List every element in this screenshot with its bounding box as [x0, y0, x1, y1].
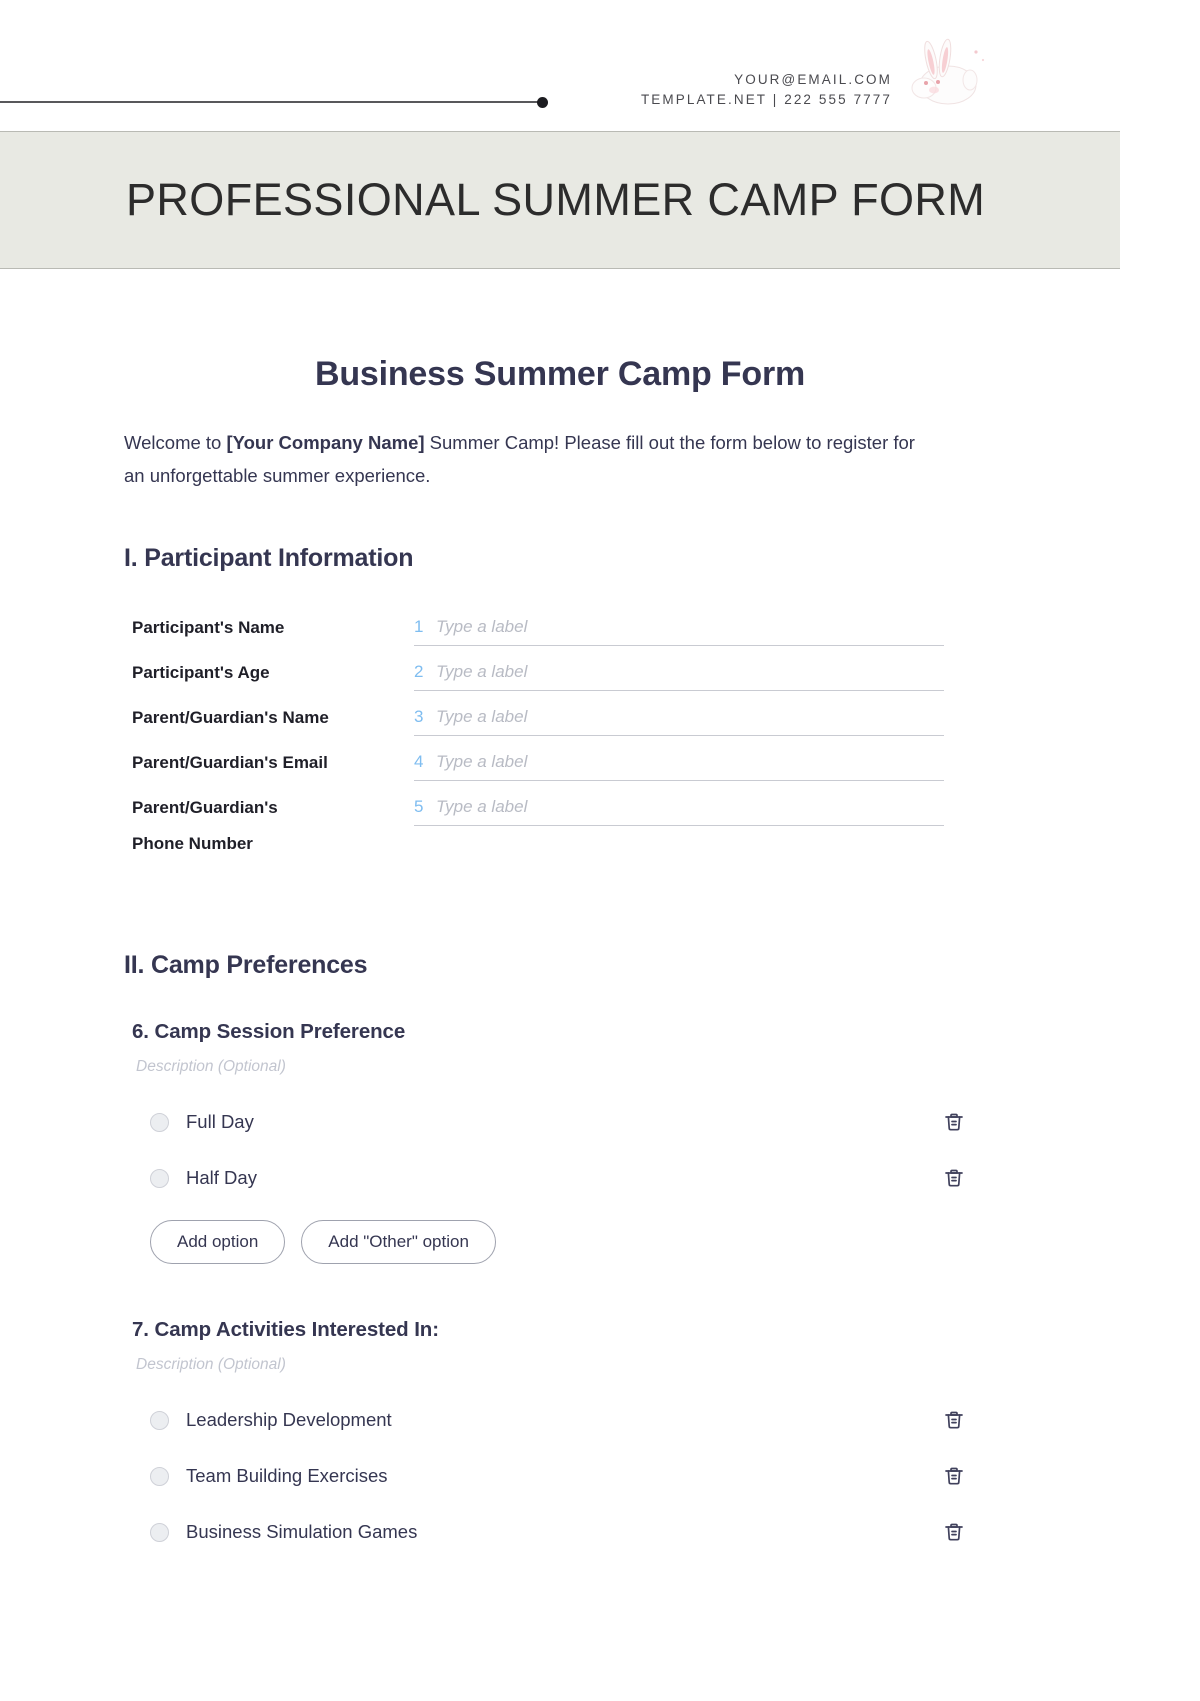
- letterhead: YOUR@EMAIL.COM TEMPLATE.NET | 222 555 77…: [0, 0, 1120, 131]
- field-label: Participant's Name: [132, 610, 414, 646]
- option-label: Team Building Exercises: [186, 1465, 388, 1486]
- field-placeholder: Type a label: [436, 752, 528, 771]
- banner-title: PROFESSIONAL SUMMER CAMP FORM: [126, 174, 986, 225]
- field-row-parent-guardians-phone-number: Parent/Guardian's Phone Number 5 Type a …: [132, 790, 996, 862]
- field-row-parent-guardians-email: Parent/Guardian's Email 4 Type a label: [132, 745, 996, 781]
- header-rule: [0, 96, 548, 108]
- banner: PROFESSIONAL SUMMER CAMP FORM: [0, 131, 1120, 269]
- contact-info: YOUR@EMAIL.COM TEMPLATE.NET | 222 555 77…: [641, 70, 892, 110]
- option-label: Half Day: [186, 1167, 257, 1188]
- question-title: 7. Camp Activities Interested In:: [132, 1318, 439, 1341]
- option-list: Full Day Half Day: [132, 1094, 996, 1206]
- field-number: 5: [414, 797, 424, 816]
- trash-icon[interactable]: [941, 1165, 967, 1191]
- field-placeholder: Type a label: [436, 662, 528, 681]
- field-label-text: Parent/Guardian's Name: [132, 708, 329, 727]
- document-body: Business Summer Camp Form Welcome to [Yo…: [0, 355, 1120, 1560]
- radio-icon[interactable]: [150, 1168, 169, 1188]
- radio-icon[interactable]: [150, 1466, 169, 1486]
- field-label-text: Participant's Age: [132, 663, 270, 682]
- option-label: Business Simulation Games: [186, 1521, 418, 1542]
- document-page: YOUR@EMAIL.COM TEMPLATE.NET | 222 555 77…: [0, 0, 1120, 1560]
- intro-paragraph: Welcome to [Your Company Name] Summer Ca…: [124, 426, 939, 492]
- field-label: Parent/Guardian's Phone Number: [132, 790, 414, 862]
- option-list: Leadership Development Team Building Exe…: [132, 1392, 996, 1560]
- question-block-camp-session-preference: 6. Camp Session Preference Description (…: [124, 1020, 996, 1264]
- field-placeholder: Type a label: [436, 707, 528, 726]
- rabbit-illustration-icon: [911, 38, 985, 105]
- field-input-participants-name[interactable]: 1 Type a label: [414, 610, 944, 646]
- field-input-parent-guardians-email[interactable]: 4 Type a label: [414, 745, 944, 781]
- question-block-camp-activities: 7. Camp Activities Interested In: Descri…: [124, 1318, 996, 1560]
- field-label-text-line2: Phone Number: [132, 834, 253, 853]
- option-row[interactable]: Full Day: [132, 1094, 967, 1150]
- radio-icon[interactable]: [150, 1112, 169, 1132]
- trash-icon[interactable]: [941, 1463, 967, 1489]
- intro-company-placeholder: [Your Company Name]: [226, 432, 425, 453]
- field-input-parent-guardians-name[interactable]: 3 Type a label: [414, 700, 944, 736]
- add-option-button[interactable]: Add option: [150, 1220, 286, 1264]
- question-description[interactable]: Description (Optional): [132, 1356, 996, 1374]
- field-number: 1: [414, 617, 424, 636]
- trash-icon[interactable]: [941, 1519, 967, 1545]
- page-title: Business Summer Camp Form: [314, 355, 806, 393]
- section-heading-camp-preferences: II. Camp Preferences: [124, 951, 368, 979]
- trash-icon[interactable]: [941, 1109, 967, 1135]
- field-row-participants-age: Participant's Age 2 Type a label: [132, 655, 996, 691]
- option-row[interactable]: Leadership Development: [132, 1392, 967, 1448]
- field-number: 4: [414, 752, 424, 771]
- header-rule-line: [0, 101, 540, 103]
- contact-email: YOUR@EMAIL.COM: [734, 72, 892, 87]
- question-title: 6. Camp Session Preference: [132, 1020, 406, 1043]
- option-row[interactable]: Business Simulation Games: [132, 1504, 967, 1560]
- contact-site-phone: TEMPLATE.NET | 222 555 7777: [640, 92, 892, 107]
- field-label: Parent/Guardian's Name: [132, 700, 414, 736]
- field-row-participants-name: Participant's Name 1 Type a label: [132, 610, 996, 646]
- option-label: Full Day: [186, 1111, 254, 1132]
- option-row[interactable]: Half Day: [132, 1150, 967, 1206]
- radio-icon[interactable]: [150, 1410, 169, 1430]
- field-label-text: Parent/Guardian's Email: [132, 753, 328, 772]
- header-rule-dot: [537, 97, 548, 108]
- option-label: Leadership Development: [186, 1409, 392, 1430]
- radio-icon[interactable]: [150, 1522, 169, 1542]
- trash-icon[interactable]: [941, 1407, 967, 1433]
- field-label-text: Parent/Guardian's: [132, 798, 278, 817]
- field-label: Participant's Age: [132, 655, 414, 691]
- field-label: Parent/Guardian's Email: [132, 745, 414, 781]
- option-row[interactable]: Team Building Exercises: [132, 1448, 967, 1504]
- intro-prefix: Welcome to: [124, 432, 227, 453]
- section-heading-participant-information: I. Participant Information: [124, 544, 414, 572]
- participant-fields: Participant's Name 1 Type a label Partic…: [124, 610, 996, 862]
- add-option-buttons: Add option Add "Other" option: [132, 1220, 996, 1264]
- field-placeholder: Type a label: [436, 797, 528, 816]
- field-input-parent-guardians-phone-number[interactable]: 5 Type a label: [414, 790, 944, 826]
- field-number: 2: [414, 662, 424, 681]
- field-placeholder: Type a label: [436, 617, 528, 636]
- add-other-option-button[interactable]: Add "Other" option: [301, 1220, 496, 1264]
- question-description[interactable]: Description (Optional): [132, 1058, 996, 1076]
- field-row-parent-guardians-name: Parent/Guardian's Name 3 Type a label: [132, 700, 996, 736]
- field-number: 3: [414, 707, 424, 726]
- field-input-participants-age[interactable]: 2 Type a label: [414, 655, 944, 691]
- field-label-text: Participant's Name: [132, 618, 285, 637]
